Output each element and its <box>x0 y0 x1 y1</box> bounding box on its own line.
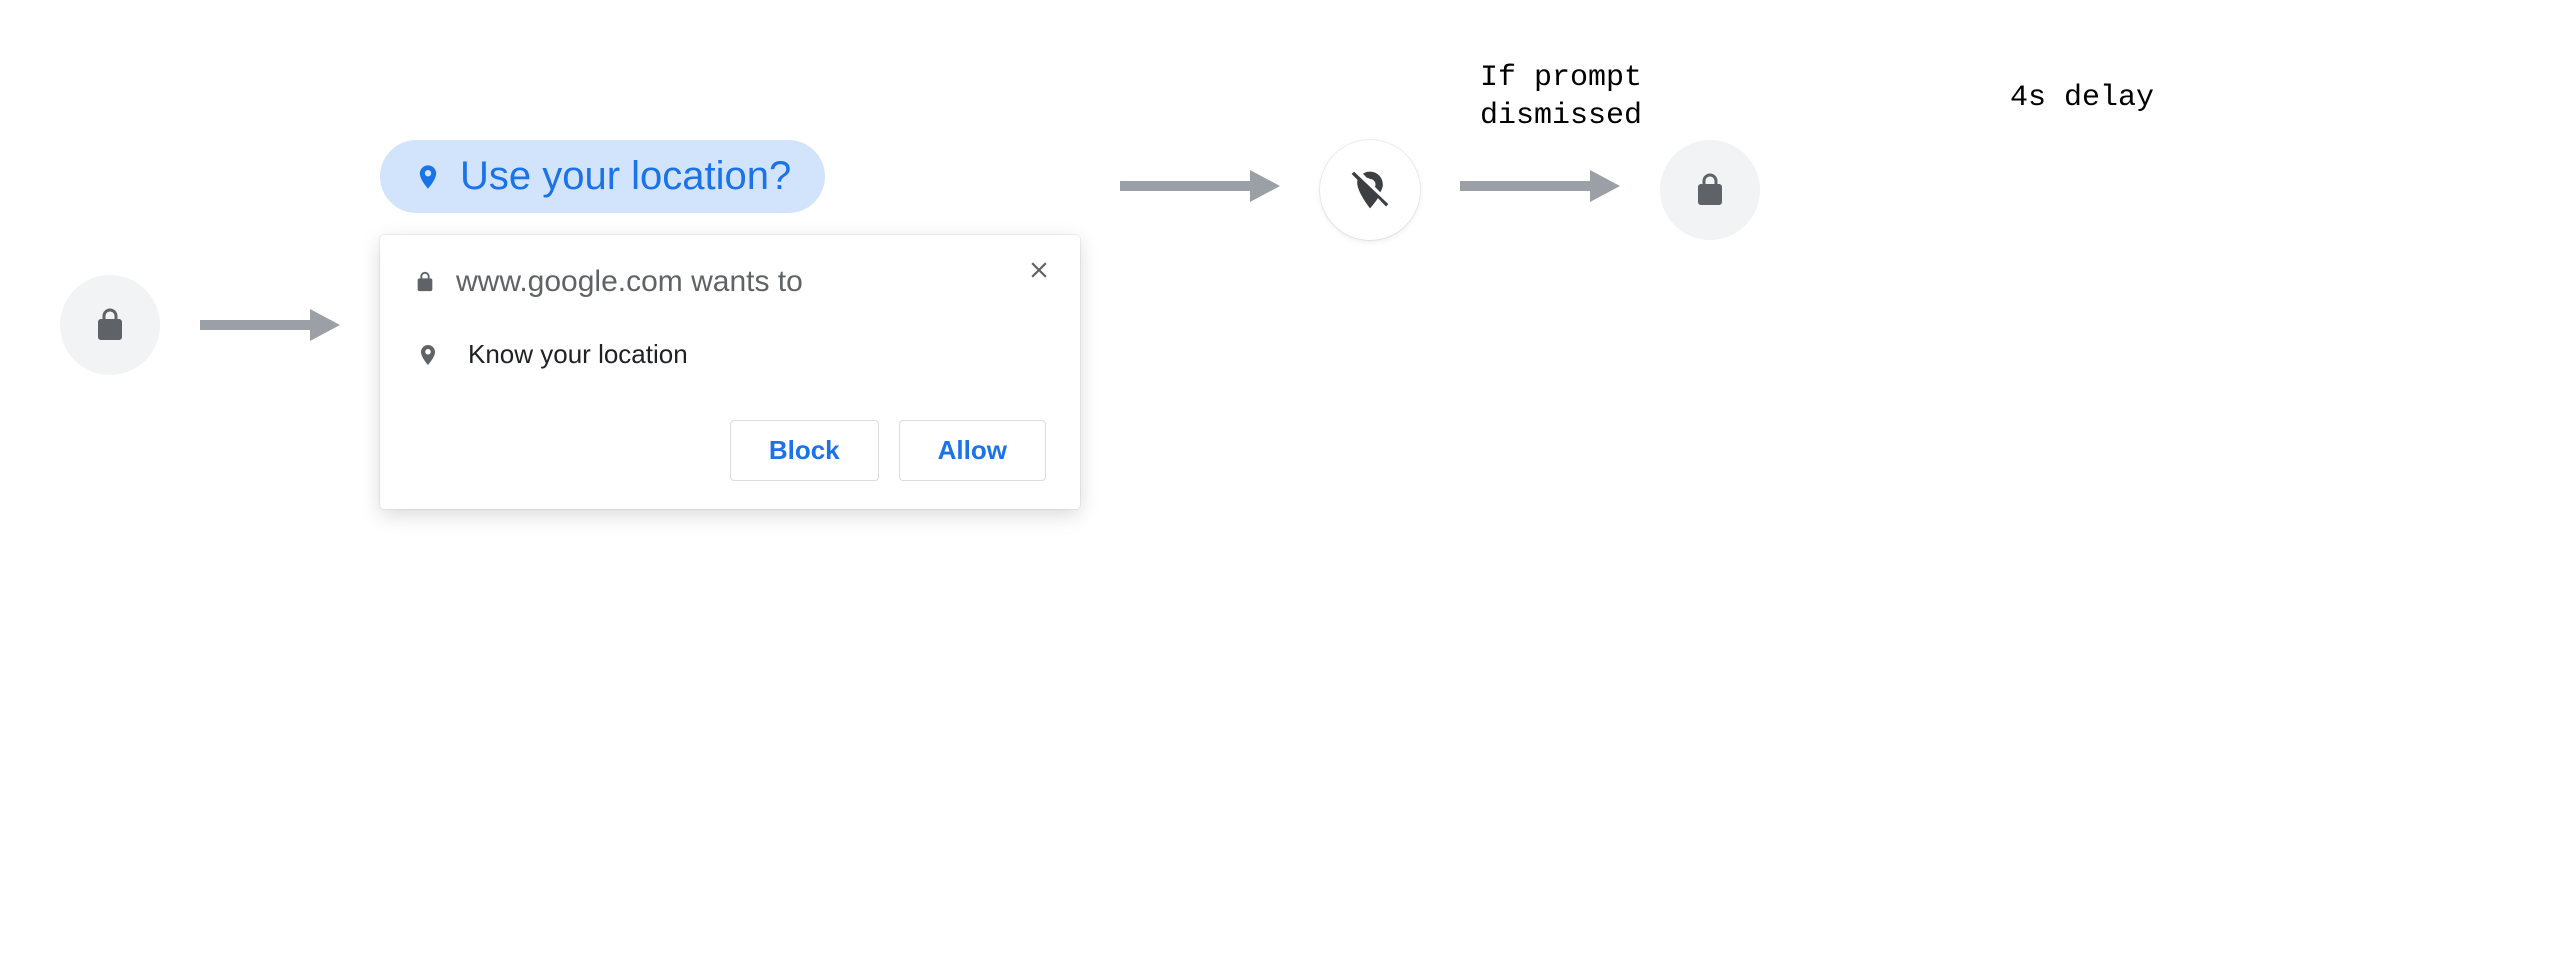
dialog-title-text: www.google.com wants to <box>456 265 803 299</box>
location-pin-icon <box>414 159 442 195</box>
location-chip-label: Use your location? <box>460 154 791 199</box>
state-lock-final <box>1660 140 1760 240</box>
location-off-icon <box>1348 165 1392 215</box>
state-prompt: Use your location? www.google.com wants … <box>380 140 1080 509</box>
lock-icon <box>1692 168 1728 212</box>
close-icon <box>1026 257 1052 283</box>
allow-button[interactable]: Allow <box>899 420 1046 481</box>
lock-icon <box>414 268 436 296</box>
arrow-icon <box>1120 166 1280 206</box>
flow-diagram: Use your location? www.google.com wants … <box>60 140 1760 509</box>
arrow-icon <box>1460 166 1620 206</box>
arrow-icon <box>200 305 340 345</box>
caption-dismissed: If prompt dismissed <box>1480 60 1642 135</box>
state-lock-initial <box>60 275 160 375</box>
dialog-title-row: www.google.com wants to <box>414 265 1046 299</box>
location-chip[interactable]: Use your location? <box>380 140 825 213</box>
dialog-permission-row: Know your location <box>416 339 1046 370</box>
caption-delay: 4s delay <box>2010 80 2154 118</box>
dialog-permission-text: Know your location <box>468 339 688 370</box>
location-pin-icon <box>416 340 440 370</box>
lock-icon <box>92 303 128 347</box>
block-button[interactable]: Block <box>730 420 879 481</box>
dialog-button-row: Block Allow <box>414 420 1046 481</box>
permission-dialog: www.google.com wants to Know your locati… <box>380 235 1080 509</box>
dialog-close-button[interactable] <box>1026 257 1052 288</box>
state-location-blocked <box>1320 140 1420 240</box>
